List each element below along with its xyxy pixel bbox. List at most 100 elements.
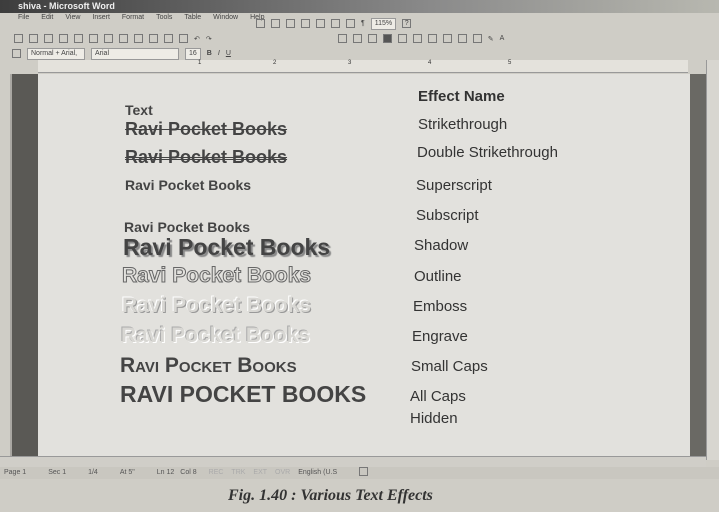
status-ext[interactable]: EXT	[253, 467, 267, 479]
status-bar: Page 1 Sec 1 1/4 At 5" Ln 12 Col 8 REC T…	[0, 467, 719, 479]
right-margin	[690, 74, 706, 456]
effect-name: Shadow	[414, 237, 469, 254]
menu-table[interactable]: Table	[184, 14, 201, 21]
menu-edit[interactable]: Edit	[41, 14, 53, 21]
text-outline: Ravi Pocket Books	[121, 264, 312, 288]
ruler-mark: 5	[508, 60, 512, 66]
print-preview-icon[interactable]	[104, 34, 113, 43]
text-emboss: Ravi Pocket Books	[122, 294, 312, 317]
cut-icon[interactable]	[134, 34, 143, 43]
status-rec[interactable]: REC	[209, 467, 224, 479]
bold-button[interactable]: B	[207, 50, 212, 57]
effect-name: Strikethrough	[418, 116, 508, 133]
columns-icon[interactable]	[316, 19, 325, 28]
text-engrave: Ravi Pocket Books	[121, 324, 311, 347]
text-all-caps: Ravi Pocket Books	[120, 381, 367, 407]
standard-toolbar-right: ¶ 115% ?	[256, 17, 412, 30]
effect-name: Hidden	[410, 410, 458, 427]
effect-name: Small Caps	[411, 358, 488, 375]
align-right-icon[interactable]	[367, 34, 377, 43]
pilcrow-icon[interactable]: ¶	[361, 20, 365, 27]
increase-indent-icon[interactable]	[457, 34, 467, 43]
status-col: Col 8	[180, 469, 197, 476]
save-icon[interactable]	[44, 34, 53, 43]
font-color-icon[interactable]: A	[500, 35, 505, 42]
font-size-select[interactable]: 16	[185, 47, 201, 60]
text-double-strikethrough: Ravi Pocket Books	[125, 147, 288, 167]
doc-map-icon[interactable]	[346, 19, 355, 28]
line-spacing-icon[interactable]	[397, 34, 407, 43]
horizontal-ruler[interactable]: 1 2 3 4 5	[38, 60, 688, 73]
justify-icon[interactable]	[382, 34, 392, 43]
copy-icon[interactable]	[149, 34, 158, 43]
italic-button[interactable]: I	[218, 50, 220, 57]
tables-icon[interactable]	[271, 19, 280, 28]
permission-icon[interactable]	[59, 34, 68, 43]
menu-bar: File Edit View Insert Format Tools Table…	[18, 14, 264, 21]
status-ovr[interactable]: OVR	[275, 467, 290, 479]
effect-name: Engrave	[412, 328, 468, 345]
horizontal-scrollbar[interactable]	[0, 456, 706, 467]
status-page: Page 1	[4, 469, 27, 476]
highlight-icon[interactable]: ✎	[488, 35, 494, 43]
paste-icon[interactable]	[164, 34, 173, 43]
align-left-icon[interactable]	[337, 34, 347, 43]
zoom-select[interactable]: 115%	[370, 17, 397, 30]
menu-tools[interactable]: Tools	[156, 14, 172, 21]
excel-icon[interactable]	[301, 19, 310, 28]
font-select[interactable]: Arial	[91, 47, 179, 60]
style-select[interactable]: Normal + Arial,	[27, 47, 85, 60]
ruler-mark: 3	[348, 60, 352, 66]
numbering-icon[interactable]	[412, 34, 422, 43]
window-title: shiva - Microsoft Word	[18, 1, 115, 11]
effect-name: Outline	[414, 268, 462, 285]
undo-icon[interactable]: ↶	[194, 35, 200, 43]
effect-name: Emboss	[413, 298, 468, 315]
text-subscript: Ravi Pocket Books	[124, 219, 251, 235]
print-icon[interactable]	[89, 34, 98, 43]
status-at: At 5"	[119, 469, 135, 476]
align-center-icon[interactable]	[352, 34, 362, 43]
status-section: Sec 1	[48, 469, 67, 476]
menu-window[interactable]: Window	[213, 14, 238, 21]
text-shadow: Ravi Pocket Books	[123, 234, 331, 260]
effect-name: All Caps	[410, 388, 466, 405]
new-icon[interactable]	[14, 34, 23, 43]
status-language[interactable]: English (U.S	[298, 467, 337, 479]
decrease-indent-icon[interactable]	[442, 34, 452, 43]
spelling-status-icon[interactable]	[359, 467, 369, 476]
border-icon[interactable]	[472, 34, 482, 43]
effect-name: Subscript	[416, 207, 479, 224]
status-line: Ln 12	[156, 469, 175, 476]
left-margin	[12, 74, 38, 456]
menu-insert[interactable]: Insert	[92, 14, 110, 21]
text-small-caps: Ravi Pocket Books	[120, 354, 297, 377]
menu-file[interactable]: File	[18, 14, 29, 21]
standard-toolbar: ↶ ↷ ✎ A	[14, 32, 504, 45]
bullets-icon[interactable]	[427, 34, 437, 43]
menu-view[interactable]: View	[65, 14, 80, 21]
figure-caption: Fig. 1.40 : Various Text Effects	[228, 487, 433, 504]
status-trk[interactable]: TRK	[231, 467, 245, 479]
status-pages: 1/4	[88, 469, 98, 476]
format-painter-icon[interactable]	[179, 34, 188, 43]
underline-button[interactable]: U	[226, 50, 231, 57]
title-bar: shiva - Microsoft Word	[0, 0, 719, 13]
formatting-toolbar: Normal + Arial, Arial 16 B I U	[12, 47, 231, 60]
text-strikethrough: Ravi Pocket Books	[125, 119, 288, 139]
redo-icon[interactable]: ↷	[206, 35, 212, 43]
spelling-icon[interactable]	[119, 34, 128, 43]
ruler-mark: 2	[273, 60, 277, 66]
text-header: Text	[125, 102, 153, 118]
styles-icon[interactable]	[12, 49, 21, 58]
hyperlink-icon[interactable]	[256, 19, 265, 28]
menu-format[interactable]: Format	[122, 14, 144, 21]
text-superscript: Ravi Pocket Books	[125, 177, 252, 193]
help-icon[interactable]: ?	[402, 19, 412, 28]
drawing-icon[interactable]	[331, 19, 340, 28]
open-icon[interactable]	[29, 34, 38, 43]
effect-name: Double Strikethrough	[417, 144, 558, 161]
vertical-scrollbar[interactable]	[706, 60, 719, 460]
email-icon[interactable]	[74, 34, 83, 43]
insert-table-icon[interactable]	[286, 19, 295, 28]
